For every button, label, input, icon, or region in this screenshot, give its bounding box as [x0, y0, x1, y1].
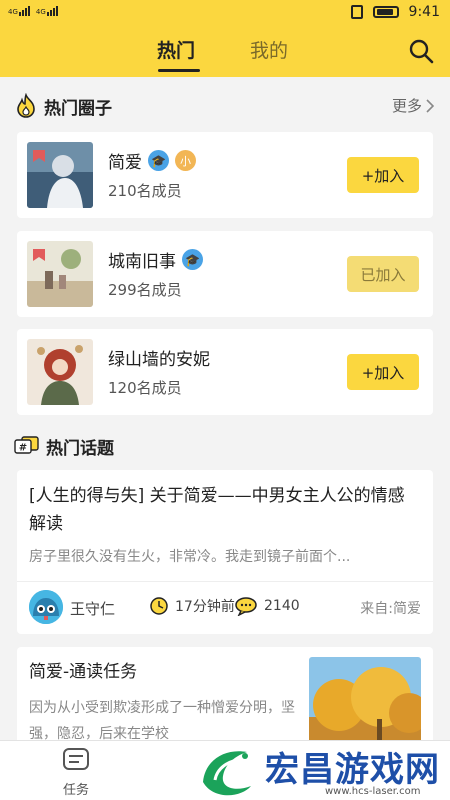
circle-members: 120名成员: [108, 379, 182, 397]
signal-icon-2: 4G: [36, 6, 58, 16]
tab-bar: 热门 我的: [0, 36, 450, 72]
circle-name-row: 城南旧事 🎓: [108, 247, 203, 272]
tab-hot[interactable]: 热门: [157, 36, 195, 63]
task-image: [309, 657, 421, 753]
joined-button[interactable]: 已加入: [347, 256, 419, 292]
circle-cover-image: [27, 142, 93, 208]
status-bar: 4G 4G 9:41: [0, 0, 450, 28]
reply-count: 2140: [234, 596, 300, 616]
topic-source[interactable]: 来自:简爱: [360, 598, 421, 618]
flame-icon: [17, 93, 35, 118]
tab-indicator: [158, 69, 200, 72]
circle-name: 简爱: [108, 153, 142, 173]
more-link[interactable]: 更多: [392, 95, 434, 116]
circle-cover-image: [27, 339, 93, 405]
topic-title[interactable]: [人生的得与失] 关于简爱——中男女主人公的情感解读: [29, 482, 421, 538]
circle-card[interactable]: 城南旧事 🎓 299名成员 已加入: [17, 231, 433, 317]
join-button[interactable]: +加入: [347, 354, 419, 390]
circle-members: 299名成员: [108, 281, 182, 299]
circle-card[interactable]: 绿山墙的安妮 120名成员 +加入: [17, 329, 433, 415]
watermark-url: www.hcs-laser.com: [325, 786, 421, 797]
author-name[interactable]: 王守仁: [70, 598, 115, 619]
svg-text:#: #: [19, 443, 27, 454]
hot-topics-title: 热门话题: [46, 438, 114, 459]
circle-card[interactable]: 简爱 🎓 小 210名成员 +加入: [17, 132, 433, 218]
small-badge: 小: [175, 150, 196, 171]
battery-icon: [372, 6, 399, 18]
search-icon[interactable]: [408, 38, 434, 64]
circle-name: 绿山墙的安妮: [108, 350, 210, 370]
topic-excerpt: 房子里很久没有生火，非常冷。我走到镜子前面个...: [29, 549, 351, 565]
tab-mine[interactable]: 我的: [250, 36, 288, 63]
circle-name-row: 绿山墙的安妮: [108, 345, 210, 370]
circle-cover-image: [27, 241, 93, 307]
clock: 9:41: [408, 4, 440, 20]
hot-topics-heading: # 热门话题: [14, 432, 114, 460]
topic-card[interactable]: [人生的得与失] 关于简爱——中男女主人公的情感解读 房子里很久没有生火，非常冷…: [17, 470, 433, 634]
time-text: 17分钟前: [175, 599, 235, 615]
top-bar: 4G 4G 9:41 热门 我的: [0, 0, 450, 77]
chevron-right-icon: [426, 98, 434, 113]
nav-task[interactable]: 任务: [56, 747, 96, 798]
nav-task-label: 任务: [62, 783, 89, 798]
reply-text: 2140: [264, 598, 300, 614]
hashtag-chat-icon: #: [14, 436, 39, 454]
watermark: 宏昌游戏网 www.hcs-laser.com: [195, 742, 450, 800]
graduation-cap-icon: 🎓: [182, 249, 203, 270]
signal-icon: 4G: [8, 6, 30, 16]
circle-name-row: 简爱 🎓 小: [108, 148, 196, 173]
hot-circles-heading: 热门圈子: [14, 92, 112, 120]
clock-icon: [150, 597, 168, 615]
comment-icon: [235, 597, 257, 616]
divider: [17, 581, 433, 582]
task-icon: [63, 748, 89, 770]
dragon-logo-icon: [203, 751, 251, 796]
post-time: 17分钟前: [149, 596, 235, 616]
watermark-text: 宏昌游戏网: [265, 750, 440, 790]
circle-members: 210名成员: [108, 182, 182, 200]
vibrate-icon: [350, 5, 363, 19]
join-button[interactable]: +加入: [347, 157, 419, 193]
circle-name: 城南旧事: [108, 252, 176, 272]
task-title[interactable]: 简爱-通读任务: [29, 657, 137, 682]
avatar[interactable]: [29, 590, 63, 624]
more-label: 更多: [391, 97, 422, 115]
hot-circles-title: 热门圈子: [44, 98, 112, 119]
graduation-cap-icon: 🎓: [148, 150, 169, 171]
